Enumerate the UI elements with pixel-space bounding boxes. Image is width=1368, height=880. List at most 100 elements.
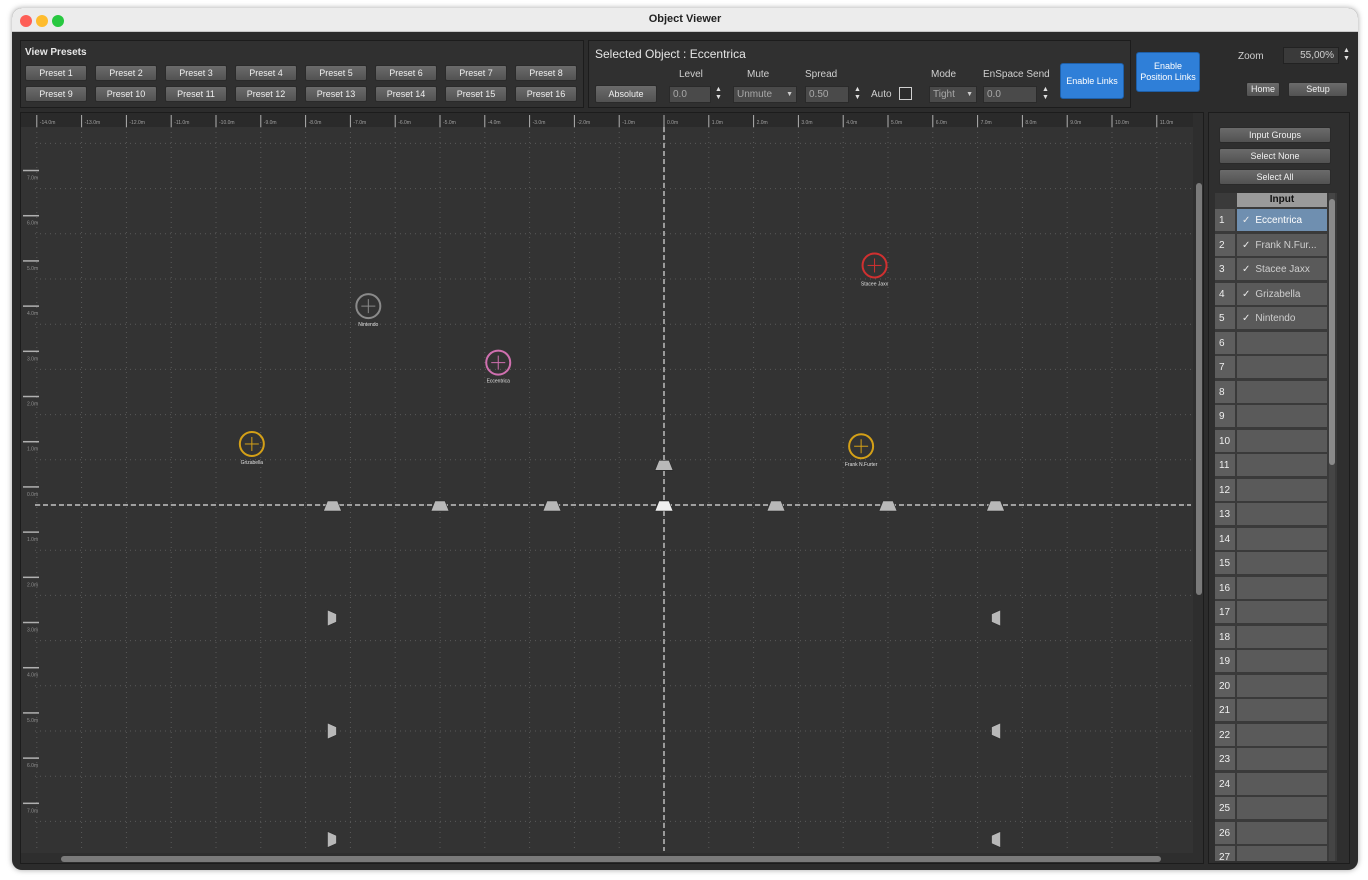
- input-row-cell[interactable]: [1237, 846, 1327, 861]
- zoom-stepper[interactable]: ▲ ▼: [1342, 47, 1351, 64]
- level-stepper[interactable]: ▲ ▼: [714, 86, 723, 103]
- input-row[interactable]: 24: [1215, 772, 1327, 797]
- select-all-button[interactable]: Select All: [1219, 169, 1331, 185]
- preset-button[interactable]: Preset 3: [165, 65, 227, 81]
- home-button[interactable]: Home: [1246, 82, 1280, 97]
- input-table-scroll-thumb[interactable]: [1329, 199, 1335, 465]
- zoom-field[interactable]: 55,00%: [1283, 47, 1339, 64]
- preset-button[interactable]: Preset 13: [305, 86, 367, 102]
- input-row-cell[interactable]: [1237, 405, 1327, 428]
- input-row[interactable]: 13: [1215, 503, 1327, 527]
- input-row-cell[interactable]: ✓ Stacee Jaxx: [1237, 258, 1327, 281]
- spread-field[interactable]: 0.50: [805, 86, 849, 103]
- input-row[interactable]: 17: [1215, 601, 1327, 625]
- speaker-icon[interactable]: [991, 609, 1001, 627]
- input-row[interactable]: 5 ✓ Nintendo: [1215, 307, 1327, 331]
- select-none-button[interactable]: Select None: [1219, 148, 1331, 164]
- input-row[interactable]: 3 ✓ Stacee Jaxx: [1215, 258, 1327, 282]
- input-row[interactable]: 7: [1215, 356, 1327, 380]
- input-row[interactable]: 1 ✓ Eccentrica: [1215, 209, 1327, 233]
- speaker-icon[interactable]: [430, 500, 450, 512]
- input-row[interactable]: 9: [1215, 405, 1327, 429]
- preset-button[interactable]: Preset 16: [515, 86, 577, 102]
- input-row[interactable]: 20: [1215, 674, 1327, 699]
- mode-dropdown[interactable]: Tight ▼: [929, 86, 977, 103]
- input-row-cell[interactable]: [1237, 601, 1327, 624]
- setup-button[interactable]: Setup: [1288, 82, 1348, 97]
- preset-button[interactable]: Preset 8: [515, 65, 577, 81]
- input-row-cell[interactable]: [1237, 527, 1327, 551]
- speaker-icon[interactable]: [991, 722, 1001, 740]
- enspace-send-stepper[interactable]: ▲ ▼: [1041, 86, 1050, 103]
- preset-button[interactable]: Preset 15: [445, 86, 507, 102]
- input-row-cell[interactable]: [1237, 454, 1327, 477]
- object-viewer-canvas[interactable]: -14.0m -13.0m -12.0m -11.0m -10.0m -9.0m -8.0m…: [20, 112, 1204, 864]
- preset-button[interactable]: Preset 10: [95, 86, 157, 102]
- input-row[interactable]: 11: [1215, 454, 1327, 478]
- input-row-cell[interactable]: ✓ Grizabella: [1237, 282, 1327, 306]
- input-row-cell[interactable]: ✓ Frank N.Fur...: [1237, 233, 1327, 257]
- input-row[interactable]: 2 ✓ Frank N.Fur...: [1215, 233, 1327, 258]
- viewer-plot[interactable]: -14.0m -13.0m -12.0m -11.0m -10.0m -9.0m -8.0m…: [21, 113, 1204, 864]
- preset-button[interactable]: Preset 9: [25, 86, 87, 102]
- input-row[interactable]: 16: [1215, 576, 1327, 601]
- absolute-button[interactable]: Absolute: [595, 85, 657, 103]
- level-field[interactable]: 0.0: [669, 86, 711, 103]
- input-row-cell[interactable]: [1237, 356, 1327, 379]
- input-row-cell[interactable]: [1237, 429, 1327, 453]
- input-row[interactable]: 26: [1215, 821, 1327, 846]
- input-groups-button[interactable]: Input Groups: [1219, 127, 1331, 143]
- enable-position-links-button[interactable]: Enable Position Links: [1136, 52, 1200, 92]
- preset-button[interactable]: Preset 6: [375, 65, 437, 81]
- input-row-cell[interactable]: [1237, 748, 1327, 771]
- input-row[interactable]: 8: [1215, 380, 1327, 405]
- input-row[interactable]: 15: [1215, 552, 1327, 576]
- preset-button[interactable]: Preset 12: [235, 86, 297, 102]
- input-row-cell[interactable]: [1237, 625, 1327, 649]
- input-row-cell[interactable]: ✓ Nintendo: [1237, 307, 1327, 330]
- speaker-icon[interactable]: [323, 500, 342, 512]
- input-row-cell[interactable]: ✓ Eccentrica: [1237, 209, 1327, 232]
- input-row-cell[interactable]: [1237, 331, 1327, 355]
- input-row[interactable]: 4 ✓ Grizabella: [1215, 282, 1327, 307]
- preset-button[interactable]: Preset 7: [445, 65, 507, 81]
- input-row-cell[interactable]: [1237, 650, 1327, 673]
- input-row[interactable]: 12: [1215, 478, 1327, 503]
- input-row[interactable]: 23: [1215, 748, 1327, 772]
- speaker-icon[interactable]: [654, 460, 674, 471]
- auto-checkbox[interactable]: [899, 87, 912, 100]
- enspace-send-field[interactable]: 0.0: [983, 86, 1037, 103]
- speaker-icon[interactable]: [878, 500, 898, 512]
- speaker-icon[interactable]: [542, 500, 562, 512]
- preset-button[interactable]: Preset 1: [25, 65, 87, 81]
- preset-button[interactable]: Preset 2: [95, 65, 157, 81]
- viewer-vertical-scroll-thumb[interactable]: [1196, 183, 1202, 595]
- preset-button[interactable]: Preset 11: [165, 86, 227, 102]
- speaker-icon[interactable]: [327, 722, 337, 740]
- enable-links-button[interactable]: Enable Links: [1060, 63, 1124, 99]
- preset-button[interactable]: Preset 4: [235, 65, 297, 81]
- speaker-icon[interactable]: [991, 831, 1001, 848]
- input-row-cell[interactable]: [1237, 772, 1327, 796]
- mute-dropdown[interactable]: Unmute ▼: [733, 86, 797, 103]
- input-row-cell[interactable]: [1237, 674, 1327, 698]
- speaker-icon[interactable]: [766, 500, 786, 512]
- input-row[interactable]: 21: [1215, 699, 1327, 723]
- input-row-cell[interactable]: [1237, 821, 1327, 845]
- input-row[interactable]: 10: [1215, 429, 1327, 454]
- speaker-icon[interactable]: [986, 500, 1005, 512]
- viewer-horizontal-scroll-thumb[interactable]: [61, 856, 1161, 862]
- input-row-cell[interactable]: [1237, 576, 1327, 600]
- input-row[interactable]: 19: [1215, 650, 1327, 674]
- preset-button[interactable]: Preset 5: [305, 65, 367, 81]
- input-row[interactable]: 25: [1215, 797, 1327, 821]
- input-row[interactable]: 18: [1215, 625, 1327, 650]
- input-row-cell[interactable]: [1237, 699, 1327, 722]
- input-row-cell[interactable]: [1237, 503, 1327, 526]
- input-row[interactable]: 22: [1215, 723, 1327, 748]
- input-row-cell[interactable]: [1237, 723, 1327, 747]
- input-row-cell[interactable]: [1237, 552, 1327, 575]
- speaker-icon[interactable]: [327, 609, 337, 627]
- spread-stepper[interactable]: ▲ ▼: [853, 86, 862, 103]
- preset-button[interactable]: Preset 14: [375, 86, 437, 102]
